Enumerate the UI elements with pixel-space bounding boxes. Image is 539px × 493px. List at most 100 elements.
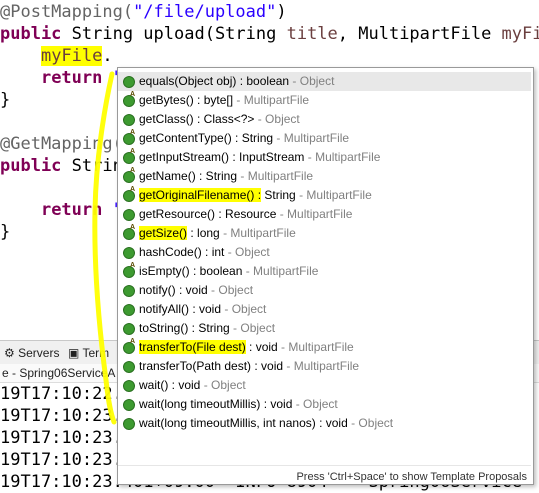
proposal-label: wait(long timeoutMillis, int nanos) : vo…: [139, 414, 393, 433]
declaring-type: - MultipartFile: [219, 226, 296, 240]
proposal-item[interactable]: AgetName() : String - MultipartFile: [118, 167, 531, 186]
highlighted-method: transferTo(File dest): [139, 340, 246, 354]
proposal-item[interactable]: AisEmpty() : boolean - MultipartFile: [118, 262, 531, 281]
proposal-label: notify() : void - Object: [139, 281, 253, 300]
abstract-badge-icon: A: [130, 262, 136, 269]
method-signature: wait(long timeoutMillis) : void: [139, 397, 293, 411]
public-method-icon: [123, 380, 135, 392]
abstract-badge-icon: A: [130, 91, 136, 98]
abstract-badge-icon: A: [130, 186, 136, 193]
public-method-icon: [123, 399, 135, 411]
proposal-label: getOriginalFilename() : String - Multipa…: [139, 186, 372, 205]
proposal-item[interactable]: AgetContentType() : String - MultipartFi…: [118, 129, 531, 148]
method-signature: hashCode() : int: [139, 245, 225, 259]
proposal-label: transferTo(File dest) : void - Multipart…: [139, 338, 354, 357]
public-method-icon: [123, 247, 135, 259]
declaring-type: - Object: [292, 397, 338, 411]
proposal-label: getInputStream() : InputStream - Multipa…: [139, 148, 380, 167]
method-signature: getName() : String: [139, 169, 238, 183]
declaring-type: - MultipartFile: [304, 150, 381, 164]
proposal-label: getContentType() : String - MultipartFil…: [139, 129, 349, 148]
proposal-item[interactable]: notifyAll() : void - Object: [118, 300, 531, 319]
declaring-type: - Object: [207, 283, 254, 297]
declaring-type: - Object: [221, 302, 267, 316]
proposal-item[interactable]: hashCode() : int - Object: [118, 243, 531, 262]
abstract-badge-icon: A: [130, 167, 136, 174]
declaring-type: - Object: [200, 378, 246, 392]
proposal-item[interactable]: AgetInputStream() : InputStream - Multip…: [118, 148, 531, 167]
proposal-label: isEmpty() : boolean - MultipartFile: [139, 262, 318, 281]
method-signature: wait() : void: [139, 378, 201, 392]
method-signature: getClass() : Class<?>: [139, 112, 255, 126]
method-signature: String: [261, 188, 296, 202]
proposal-label: getName() : String - MultipartFile: [139, 167, 313, 186]
method-signature: getResource() : Resource: [139, 207, 277, 221]
proposal-label: getResource() : Resource - MultipartFile: [139, 205, 352, 224]
proposal-item[interactable]: wait(long timeoutMillis) : void - Object: [118, 395, 531, 414]
abstract-badge-icon: A: [130, 129, 136, 136]
proposal-label: wait(long timeoutMillis) : void - Object: [139, 395, 338, 414]
abstract-badge-icon: A: [130, 224, 136, 231]
public-method-icon: [123, 114, 135, 126]
declaring-type: - Object: [229, 321, 276, 335]
method-signature: : void: [245, 340, 278, 354]
method-signature: isEmpty() : boolean: [139, 264, 243, 278]
footer-divider: [118, 465, 531, 466]
proposal-item[interactable]: getResource() : Resource - MultipartFile: [118, 205, 531, 224]
proposal-label: equals(Object obj) : boolean - Object: [139, 72, 334, 91]
proposal-label: hashCode() : int - Object: [139, 243, 270, 262]
proposal-item[interactable]: notify() : void - Object: [118, 281, 531, 300]
proposal-label: notifyAll() : void - Object: [139, 300, 266, 319]
declaring-type: - MultipartFile: [276, 207, 353, 221]
proposal-item[interactable]: wait() : void - Object: [118, 376, 531, 395]
popup-footer-hint: Press 'Ctrl+Space' to show Template Prop…: [296, 471, 527, 483]
public-method-icon: [123, 285, 135, 297]
method-signature: notifyAll() : void: [139, 302, 222, 316]
content-assist-popup: equals(Object obj) : boolean - Object Age…: [117, 67, 534, 485]
proposal-item[interactable]: toString() : String - Object: [118, 319, 531, 338]
method-signature: getInputStream() : InputStream: [139, 150, 305, 164]
proposal-label: toString() : String - Object: [139, 319, 275, 338]
public-method-icon: [123, 76, 135, 88]
declaring-type: - MultipartFile: [283, 359, 360, 373]
method-signature: wait(long timeoutMillis, int nanos) : vo…: [139, 416, 348, 430]
declaring-type: - Object: [254, 112, 300, 126]
method-signature: toString() : String: [139, 321, 230, 335]
method-signature: notify() : void: [139, 283, 208, 297]
public-method-icon: [123, 323, 135, 335]
declaring-type: - Object: [347, 416, 394, 430]
abstract-badge-icon: A: [130, 148, 136, 155]
proposal-item[interactable]: getClass() : Class<?> - Object: [118, 110, 531, 129]
method-signature: : long: [187, 226, 220, 240]
proposal-item[interactable]: transferTo(Path dest) : void - Multipart…: [118, 357, 531, 376]
proposal-item[interactable]: AgetSize() : long - MultipartFile: [118, 224, 531, 243]
method-signature: equals(Object obj) : boolean: [139, 74, 290, 88]
method-signature: getContentType() : String: [139, 131, 274, 145]
declaring-type: - MultipartFile: [295, 188, 372, 202]
proposal-item[interactable]: AgetOriginalFilename() : String - Multip…: [118, 186, 531, 205]
proposal-label: wait() : void - Object: [139, 376, 246, 395]
public-method-icon: [123, 361, 135, 373]
proposal-item[interactable]: equals(Object obj) : boolean - Object: [118, 72, 531, 91]
proposal-item[interactable]: wait(long timeoutMillis, int nanos) : vo…: [118, 414, 531, 433]
abstract-badge-icon: A: [130, 338, 136, 345]
declaring-type: - Object: [224, 245, 270, 259]
proposal-label: getBytes() : byte[] - MultipartFile: [139, 91, 309, 110]
proposal-item[interactable]: AgetBytes() : byte[] - MultipartFile: [118, 91, 531, 110]
method-signature: transferTo(Path dest) : void: [139, 359, 284, 373]
method-signature: getBytes() : byte[]: [139, 93, 234, 107]
proposal-label: getClass() : Class<?> - Object: [139, 110, 300, 129]
highlighted-method: getOriginalFilename() :: [139, 188, 262, 202]
public-method-icon: [123, 209, 135, 221]
declaring-type: - MultipartFile: [237, 169, 314, 183]
public-method-icon: [123, 304, 135, 316]
declaring-type: - MultipartFile: [242, 264, 319, 278]
declaring-type: - MultipartFile: [273, 131, 350, 145]
public-method-icon: [123, 418, 135, 430]
proposal-label: getSize() : long - MultipartFile: [139, 224, 296, 243]
proposal-item[interactable]: AtransferTo(File dest) : void - Multipar…: [118, 338, 531, 357]
highlighted-method: getSize(): [139, 226, 188, 240]
declaring-type: - Object: [289, 74, 335, 88]
declaring-type: - MultipartFile: [233, 93, 310, 107]
proposal-label: transferTo(Path dest) : void - Multipart…: [139, 357, 359, 376]
